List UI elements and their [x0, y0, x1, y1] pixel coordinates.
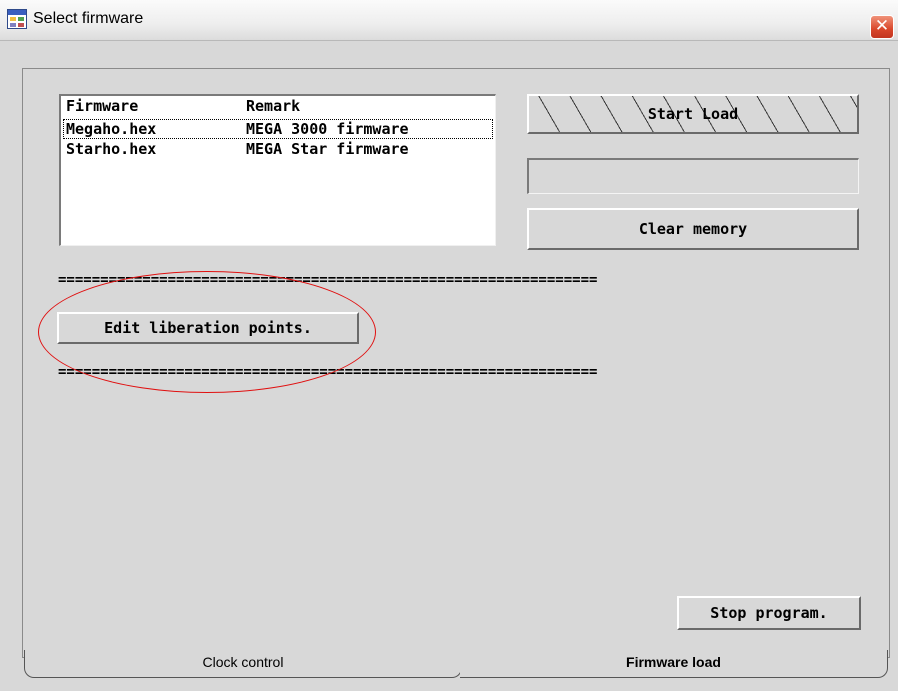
- tab-clock-control[interactable]: Clock control: [24, 650, 462, 678]
- separator-line-bottom: ========================================…: [58, 364, 598, 380]
- tab-firmware-load[interactable]: Firmware load: [460, 650, 888, 678]
- window-title: Select firmware: [33, 10, 144, 27]
- edit-liberation-points-button[interactable]: Edit liberation points.: [57, 312, 359, 344]
- close-button[interactable]: ✕: [870, 15, 894, 39]
- list-item-remark: MEGA Star firmware: [246, 140, 409, 158]
- list-item-firmware: Megaho.hex: [66, 120, 157, 138]
- list-item-remark: MEGA 3000 firmware: [246, 120, 409, 138]
- clear-memory-button[interactable]: Clear memory: [527, 208, 859, 250]
- column-header-remark: Remark: [246, 97, 301, 115]
- start-load-label: Start Load: [647, 105, 739, 123]
- tab-clock-control-label: Clock control: [202, 654, 284, 670]
- list-item[interactable]: Starho.hex MEGA Star firmware: [61, 139, 495, 159]
- list-header: Firmware Remark: [61, 96, 495, 116]
- start-load-button[interactable]: Start Load: [527, 94, 859, 134]
- tab-firmware-load-label: Firmware load: [626, 654, 721, 670]
- close-icon: ✕: [874, 16, 890, 36]
- list-item-firmware: Starho.hex: [66, 140, 157, 158]
- list-item[interactable]: Megaho.hex MEGA 3000 firmware: [63, 119, 493, 139]
- firmware-listbox[interactable]: Firmware Remark Megaho.hex MEGA 3000 fir…: [59, 94, 496, 246]
- stop-program-label: Stop program.: [710, 604, 828, 622]
- stop-program-button[interactable]: Stop program.: [677, 596, 861, 630]
- app-window-icon: [7, 9, 27, 29]
- column-header-firmware: Firmware: [66, 97, 139, 115]
- separator-line-top: ========================================…: [58, 272, 598, 288]
- title-bar[interactable]: Select firmware ✕: [0, 0, 898, 41]
- load-progress-bar: [527, 158, 859, 194]
- edit-liberation-points-label: Edit liberation points.: [104, 319, 312, 337]
- firmware-dialog: Select firmware ✕ Firmware Remark Megaho…: [0, 0, 898, 691]
- clear-memory-label: Clear memory: [638, 220, 748, 238]
